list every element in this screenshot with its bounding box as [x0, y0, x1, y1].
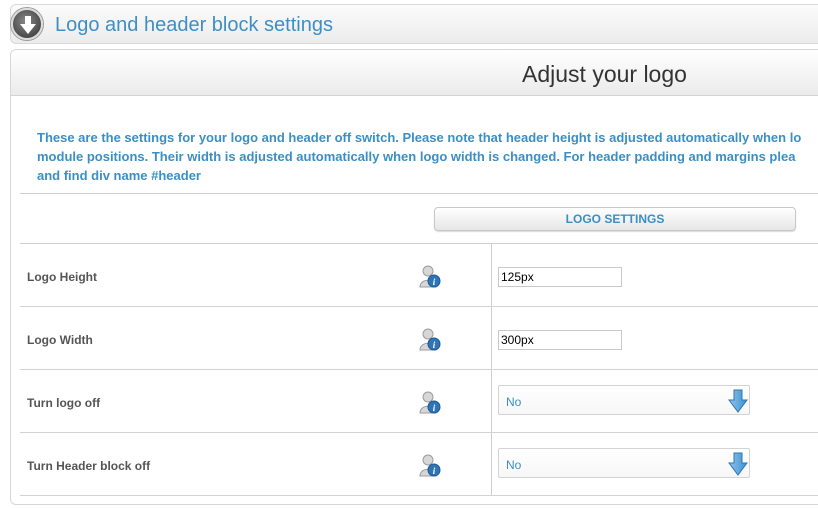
setting-label: Logo Width [27, 333, 93, 347]
info-icon[interactable]: i [419, 391, 441, 415]
select-value: No [506, 395, 522, 409]
setting-label: Turn Header block off [27, 459, 151, 473]
info-icon[interactable]: i [419, 454, 441, 478]
block-header[interactable]: Logo and header block settings [10, 4, 818, 44]
setting-row-turn-logo-off: Turn logo off i No [20, 370, 818, 433]
logo-height-input[interactable] [498, 267, 622, 287]
arrow-down-icon[interactable] [728, 452, 748, 476]
logo-width-input[interactable] [498, 330, 622, 350]
intro-line: and find div name #header [37, 168, 201, 183]
logo-settings-button[interactable]: LOGO SETTINGS [434, 207, 796, 231]
arrow-down-icon[interactable] [728, 389, 748, 413]
turn-header-block-off-select[interactable]: No [498, 448, 750, 478]
setting-label: Turn logo off [27, 396, 101, 410]
info-icon[interactable]: i [419, 328, 441, 352]
settings-panel: Adjust your logo These are the settings … [10, 49, 818, 505]
setting-label: Logo Height [27, 270, 97, 284]
panel-title: Adjust your logo [522, 61, 687, 87]
turn-logo-off-select[interactable]: No [498, 385, 750, 415]
intro-line: These are the settings for your logo and… [37, 130, 802, 145]
setting-row-turn-header-off: Turn Header block off i No [20, 433, 818, 496]
setting-row-logo-height: Logo Height i [20, 244, 818, 307]
setting-row-logo-width: Logo Width i [20, 307, 818, 370]
arrow-down-circle-icon[interactable] [11, 8, 43, 40]
block-title: Logo and header block settings [55, 14, 333, 36]
panel-header: Adjust your logo [11, 50, 818, 96]
intro-line: module positions. Their width is adjuste… [37, 149, 796, 164]
info-icon[interactable]: i [419, 265, 441, 289]
select-value: No [506, 458, 522, 472]
divider [20, 193, 818, 194]
intro-text: These are the settings for your logo and… [37, 128, 818, 185]
